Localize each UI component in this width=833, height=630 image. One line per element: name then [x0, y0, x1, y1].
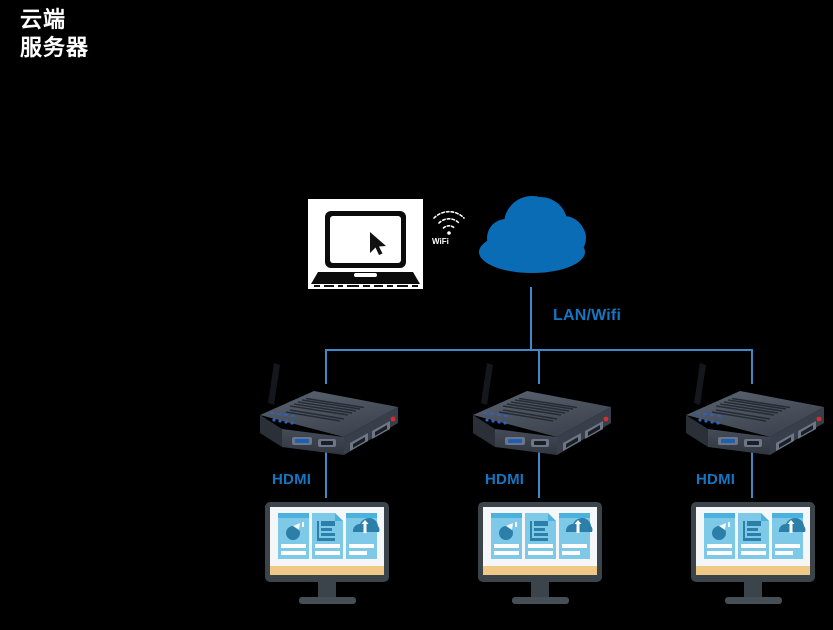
cloud-icon: [470, 190, 592, 288]
laptop-icon: [308, 199, 423, 289]
lan-wifi-label: LAN/Wifi: [553, 307, 622, 324]
page-title: 云端 服务器: [20, 7, 90, 60]
mini-pc-2: [465, 355, 615, 460]
monitor-1: [263, 500, 391, 610]
mini-pc-3: [678, 355, 828, 460]
hdmi-label-1: HDMI: [272, 471, 312, 488]
link-cloud-to-bus: [530, 287, 532, 350]
wifi-label-text: WiFi: [432, 237, 449, 246]
mini-pc-1: [252, 355, 402, 460]
wifi-icon: WiFi: [430, 209, 468, 251]
diagram-canvas: 云端 服务器 WiFi LAN/Wifi HDMI HDMI HDMI: [0, 0, 833, 630]
monitor-2: [476, 500, 604, 610]
hdmi-label-2: HDMI: [485, 471, 525, 488]
hdmi-label-3: HDMI: [696, 471, 736, 488]
monitor-3: [689, 500, 817, 610]
wifi-label: WiFi: [432, 237, 449, 247]
